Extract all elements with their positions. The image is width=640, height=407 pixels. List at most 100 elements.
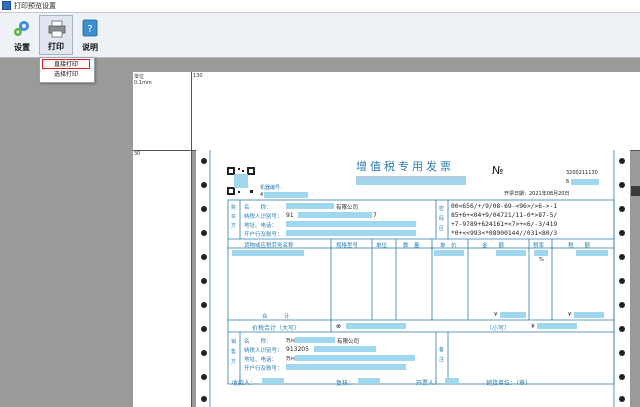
svg-text:?: ? bbox=[87, 24, 92, 35]
settings-button[interactable]: 设置 bbox=[5, 15, 39, 55]
redaction bbox=[286, 364, 406, 370]
feed-hole bbox=[619, 254, 625, 260]
redaction bbox=[286, 221, 416, 227]
feed-hole bbox=[619, 278, 625, 284]
buyer-side-label: 购买方 bbox=[231, 205, 237, 229]
help-icon: ? bbox=[82, 19, 98, 37]
redaction bbox=[295, 337, 335, 343]
buyer-taxid-label: 纳税人识别号： bbox=[244, 214, 283, 220]
redaction bbox=[286, 203, 334, 209]
redaction bbox=[298, 212, 372, 218]
subtotal-label: 合 计 bbox=[262, 314, 290, 320]
ruler-divider-v bbox=[191, 72, 192, 407]
app-icon bbox=[2, 1, 11, 10]
unit-label: 单位 bbox=[134, 74, 145, 80]
toolbar: 设置 打印 ? 说明 bbox=[0, 13, 640, 58]
password-area-label: 密码区 bbox=[439, 206, 445, 232]
password-line: 85+6+<04+9/04721/11-0*>87-5/ bbox=[451, 212, 558, 219]
col-qty: 数 量 bbox=[403, 243, 420, 249]
feed-hole bbox=[619, 374, 625, 380]
invoice-title: 增值税专用发票 bbox=[356, 160, 454, 173]
feed-hole bbox=[201, 396, 207, 402]
feed-hole bbox=[201, 206, 207, 212]
print-label: 打印 bbox=[48, 42, 64, 51]
buyer-name-label: 名 称： bbox=[244, 205, 272, 211]
total-circle: ⊗ bbox=[336, 323, 342, 330]
issuer-label: 开票人： bbox=[416, 380, 441, 387]
col-amount: 金 额 bbox=[482, 243, 505, 249]
redaction bbox=[537, 323, 577, 329]
seller-bank-label: 开户行及账号： bbox=[244, 366, 283, 372]
redaction bbox=[356, 180, 466, 185]
unit-value: 0.1mm bbox=[134, 80, 152, 86]
seller-name-suffix: 有限公司 bbox=[337, 339, 360, 345]
settings-label: 设置 bbox=[14, 43, 30, 52]
gear-icon bbox=[14, 21, 29, 36]
printer-icon bbox=[48, 20, 66, 38]
machine-no-value: 4 bbox=[260, 192, 264, 198]
feed-hole bbox=[619, 350, 625, 356]
total-label: 价税合计（大写） bbox=[252, 325, 301, 332]
col-spec: 规格型号 bbox=[336, 243, 359, 249]
help-button[interactable]: ? 说明 bbox=[73, 15, 107, 55]
password-line: *0+<<993<*08900144//031<80/3 bbox=[451, 230, 558, 237]
feed-hole bbox=[201, 230, 207, 236]
horizontal-ruler-area bbox=[192, 72, 640, 150]
redaction bbox=[358, 378, 380, 384]
issue-date: 开票日期：2021年08月20日 bbox=[504, 191, 570, 197]
seller-name-label: 名 称： bbox=[244, 339, 272, 345]
print-button[interactable]: 打印 bbox=[39, 15, 73, 55]
feed-hole bbox=[619, 158, 625, 164]
page-edge-marker bbox=[631, 186, 640, 196]
print-menu: 直接打印 选择打印 bbox=[39, 57, 95, 83]
horizontal-ruler-value[interactable]: 130 bbox=[193, 73, 203, 79]
seller-taxid-prefix: 913205 bbox=[286, 346, 309, 353]
window-title: 打印预览设置 bbox=[14, 2, 56, 10]
seller-side-label: 销售方 bbox=[231, 339, 237, 365]
password-line: 00<656/+/9/08-69-<96>/>6->-1 bbox=[451, 203, 558, 210]
redaction bbox=[262, 378, 284, 384]
buyer-bank-label: 开户行及账号： bbox=[244, 232, 283, 238]
redaction bbox=[571, 179, 599, 185]
redaction bbox=[434, 250, 464, 256]
redaction bbox=[264, 192, 308, 198]
remarks-label: 备注 bbox=[439, 347, 445, 363]
feed-hole bbox=[201, 326, 207, 332]
password-line: +7-9789+624161+<7>+<6/-3/419 bbox=[451, 221, 558, 228]
feed-hole bbox=[201, 374, 207, 380]
col-unit: 单位 bbox=[376, 243, 388, 249]
feed-hole bbox=[619, 396, 625, 402]
seller-name-prefix: 苏州 bbox=[286, 339, 295, 344]
feed-hole bbox=[201, 182, 207, 188]
reviewer-label: 复核： bbox=[336, 380, 355, 387]
feed-hole bbox=[201, 350, 207, 356]
redaction bbox=[576, 250, 608, 256]
feed-hole bbox=[201, 254, 207, 260]
redaction bbox=[295, 355, 415, 361]
col-rate: 税率 bbox=[533, 243, 545, 249]
vertical-ruler-value[interactable]: 30 bbox=[134, 151, 140, 157]
rate-value: % bbox=[539, 257, 544, 263]
redaction bbox=[286, 230, 416, 236]
choose-print-item[interactable]: 选择打印 bbox=[42, 70, 90, 80]
vertical-ruler-area bbox=[133, 151, 191, 407]
col-tax: 税 额 bbox=[568, 243, 591, 249]
feed-hole bbox=[201, 278, 207, 284]
buyer-address-label: 地址、电话： bbox=[244, 223, 278, 229]
subtotal-tax-yen: ¥ bbox=[568, 312, 572, 318]
feed-hole bbox=[619, 182, 625, 188]
redaction bbox=[232, 250, 304, 256]
col-price: 单 价 bbox=[440, 243, 457, 249]
help-label: 说明 bbox=[82, 43, 98, 52]
feed-hole bbox=[201, 158, 207, 164]
machine-no-label: 机器编号： bbox=[260, 185, 286, 191]
feed-hole bbox=[619, 326, 625, 332]
direct-print-item[interactable]: 直接打印 bbox=[42, 59, 90, 69]
invoice-paper: 增值税专用发票 № 3200211130 6 开票日期：2021年08月20日 … bbox=[196, 150, 630, 407]
redaction bbox=[574, 312, 604, 318]
redaction bbox=[534, 250, 548, 256]
redaction bbox=[500, 312, 526, 318]
small-label: （小写） bbox=[486, 325, 511, 332]
invoice-number: 6 bbox=[566, 179, 570, 185]
feed-hole bbox=[201, 302, 207, 308]
